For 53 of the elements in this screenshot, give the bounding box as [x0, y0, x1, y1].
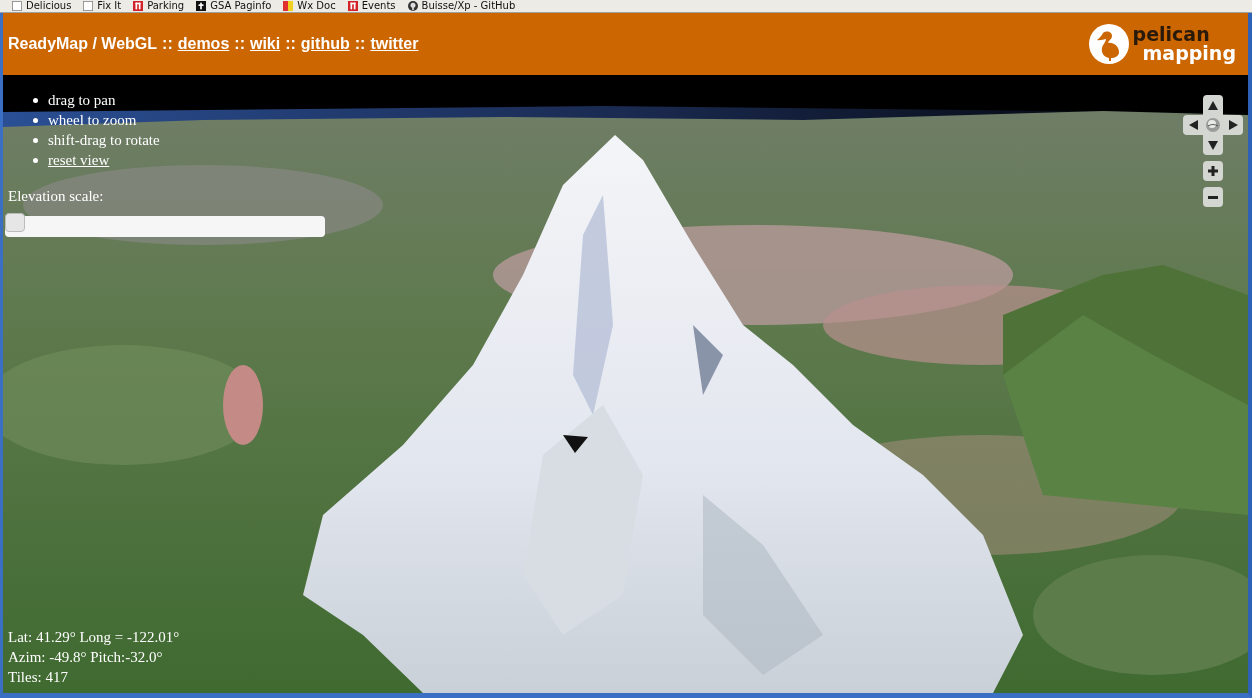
separator-text: ::: [354, 35, 366, 53]
striped-tile-icon: [283, 1, 294, 11]
slider-thumb[interactable]: [5, 213, 25, 232]
sphere-icon: [1206, 118, 1220, 132]
separator-text: ::: [285, 35, 296, 53]
cross-tile-icon: [196, 1, 207, 11]
bookmark-link[interactable]: Wx Doc: [283, 0, 336, 12]
pan-down-button[interactable]: [1203, 135, 1223, 155]
pan-right-button[interactable]: [1223, 115, 1243, 135]
page-icon: [83, 1, 94, 11]
triangle-up-icon: [1208, 100, 1218, 110]
bullet-icon: [33, 157, 38, 163]
bookmark-link[interactable]: GSA Paginfo: [196, 0, 272, 12]
bullet-icon: [33, 137, 38, 143]
reset-view-link[interactable]: reset view: [48, 150, 110, 170]
plus-icon: [1208, 166, 1218, 176]
triangle-right-icon: [1228, 120, 1238, 130]
triangle-down-icon: [1208, 140, 1218, 150]
nav-link[interactable]: github: [300, 35, 350, 53]
elevation-label: Elevation scale:: [8, 187, 105, 206]
zoom-out-button[interactable]: [1203, 187, 1223, 207]
bookmark-link[interactable]: Events: [347, 0, 396, 12]
status-text: Lat: 41.29° Long = -122.01°: [8, 628, 180, 647]
help-text: shift-drag to rotate: [48, 131, 160, 150]
logo-text: mapping: [1142, 44, 1236, 63]
marked-tile-icon: [133, 1, 144, 11]
nav-link[interactable]: twitter: [370, 35, 419, 53]
logo-text: pelican: [1132, 25, 1211, 44]
separator-text: ::: [234, 35, 245, 53]
bookmark-link[interactable]: Fix It: [83, 0, 122, 12]
help-text: wheel to zoom: [48, 111, 137, 130]
pan-up-button[interactable]: [1203, 95, 1223, 115]
triangle-left-icon: [1188, 120, 1198, 130]
bullet-icon: [33, 97, 38, 103]
bullet-icon: [33, 117, 38, 123]
bird-icon: [1088, 24, 1129, 64]
help-text: drag to pan: [48, 91, 116, 110]
zoom-in-button[interactable]: [1203, 161, 1223, 181]
page-icon: [12, 1, 22, 11]
status-text: Tiles: 417: [8, 668, 69, 687]
nav-link[interactable]: wiki: [249, 35, 281, 53]
site-title: ReadyMap / WebGL: [8, 35, 158, 53]
nav-link[interactable]: demos: [177, 35, 230, 53]
round-logo-icon: [407, 1, 418, 11]
separator-text: ::: [162, 35, 173, 53]
bookmark-link[interactable]: Delicious: [12, 0, 72, 12]
bookmark-link[interactable]: Parking: [133, 0, 185, 12]
bookmark-link[interactable]: Buisse/Xp - GitHub: [407, 0, 516, 12]
marked-tile-icon: [347, 1, 358, 11]
status-text: Azim: -49.8° Pitch:-32.0°: [8, 648, 164, 667]
pan-left-button[interactable]: [1183, 115, 1203, 135]
elevation-slider[interactable]: [5, 216, 325, 237]
minus-icon: [1208, 195, 1218, 199]
